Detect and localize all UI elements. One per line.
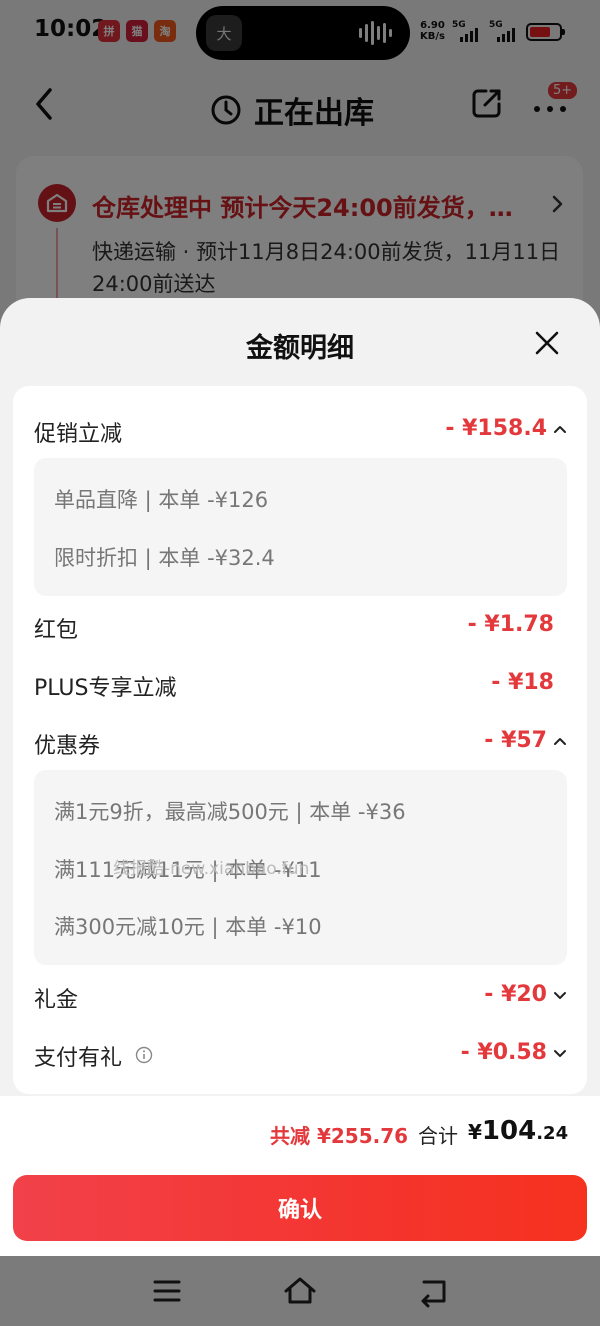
row-amount: - ¥1.78	[467, 612, 554, 637]
confirm-button[interactable]: 确认	[13, 1175, 587, 1241]
home-icon[interactable]	[283, 1274, 317, 1308]
row-amount: - ¥18	[491, 670, 554, 695]
back-nav-icon[interactable]	[416, 1274, 450, 1308]
row-amount: - ¥158.4	[445, 416, 547, 441]
promotion-detail-box: 单品直降 | 本单 -¥126 限时折扣 | 本单 -¥32.4	[34, 458, 567, 596]
total-amount: ¥104.24	[468, 1116, 569, 1146]
row-label: 支付有礼	[34, 1046, 123, 1071]
discount-row-coupon[interactable]: 优惠券 - ¥57	[13, 722, 587, 762]
chevron-up-icon[interactable]	[553, 736, 567, 746]
discount-detail-card: 促销立减 - ¥158.4 单品直降 | 本单 -¥126 限时折扣 | 本单 …	[13, 386, 587, 1094]
info-icon[interactable]	[135, 1046, 153, 1064]
row-amount: - ¥57	[484, 728, 547, 753]
row-label: 优惠券	[34, 734, 101, 759]
discount-row-promotion[interactable]: 促销立减 - ¥158.4	[13, 410, 587, 450]
sheet-title: 金额明细	[246, 333, 354, 364]
coupon-detail-item: 满1元9折，最高减500元 | 本单 -¥36	[54, 800, 406, 824]
row-label: 红包	[34, 618, 79, 643]
total-reduction: 共减 ¥255.76	[270, 1124, 409, 1148]
row-amount: - ¥20	[484, 982, 547, 1007]
promotion-detail-item: 限时折扣 | 本单 -¥32.4	[54, 546, 275, 570]
row-label: 促销立减	[34, 422, 123, 447]
discount-row-plus: PLUS专享立减 - ¥18	[13, 664, 587, 704]
chevron-up-icon[interactable]	[553, 424, 567, 434]
chevron-down-icon[interactable]	[553, 1048, 567, 1058]
row-label: PLUS专享立减	[34, 676, 177, 701]
system-nav-bar	[0, 1256, 600, 1326]
watermark: 线报酷-new.xianbao.fun	[113, 859, 310, 879]
total-label: 合计	[418, 1124, 458, 1148]
chevron-down-icon[interactable]	[553, 990, 567, 1000]
totals-bar: 共减 ¥255.76 合计 ¥104.24	[0, 1096, 600, 1168]
amount-detail-sheet: 金额明细 促销立减 - ¥158.4 单品直降 | 本单 -¥126 限时折扣 …	[0, 298, 600, 1256]
discount-row-payment-gift[interactable]: 支付有礼 - ¥0.58	[13, 1034, 587, 1074]
coupon-detail-item: 满300元减10元 | 本单 -¥10	[54, 915, 322, 939]
row-label: 礼金	[34, 988, 79, 1013]
row-amount: - ¥0.58	[460, 1040, 547, 1065]
discount-row-red-packet: 红包 - ¥1.78	[13, 606, 587, 646]
promotion-detail-item: 单品直降 | 本单 -¥126	[54, 488, 269, 512]
confirm-area: 确认	[0, 1168, 600, 1256]
menu-icon[interactable]	[150, 1274, 184, 1308]
close-icon[interactable]	[534, 330, 560, 356]
discount-row-gift-money[interactable]: 礼金 - ¥20	[13, 976, 587, 1016]
sheet-header: 金额明细	[0, 298, 600, 386]
